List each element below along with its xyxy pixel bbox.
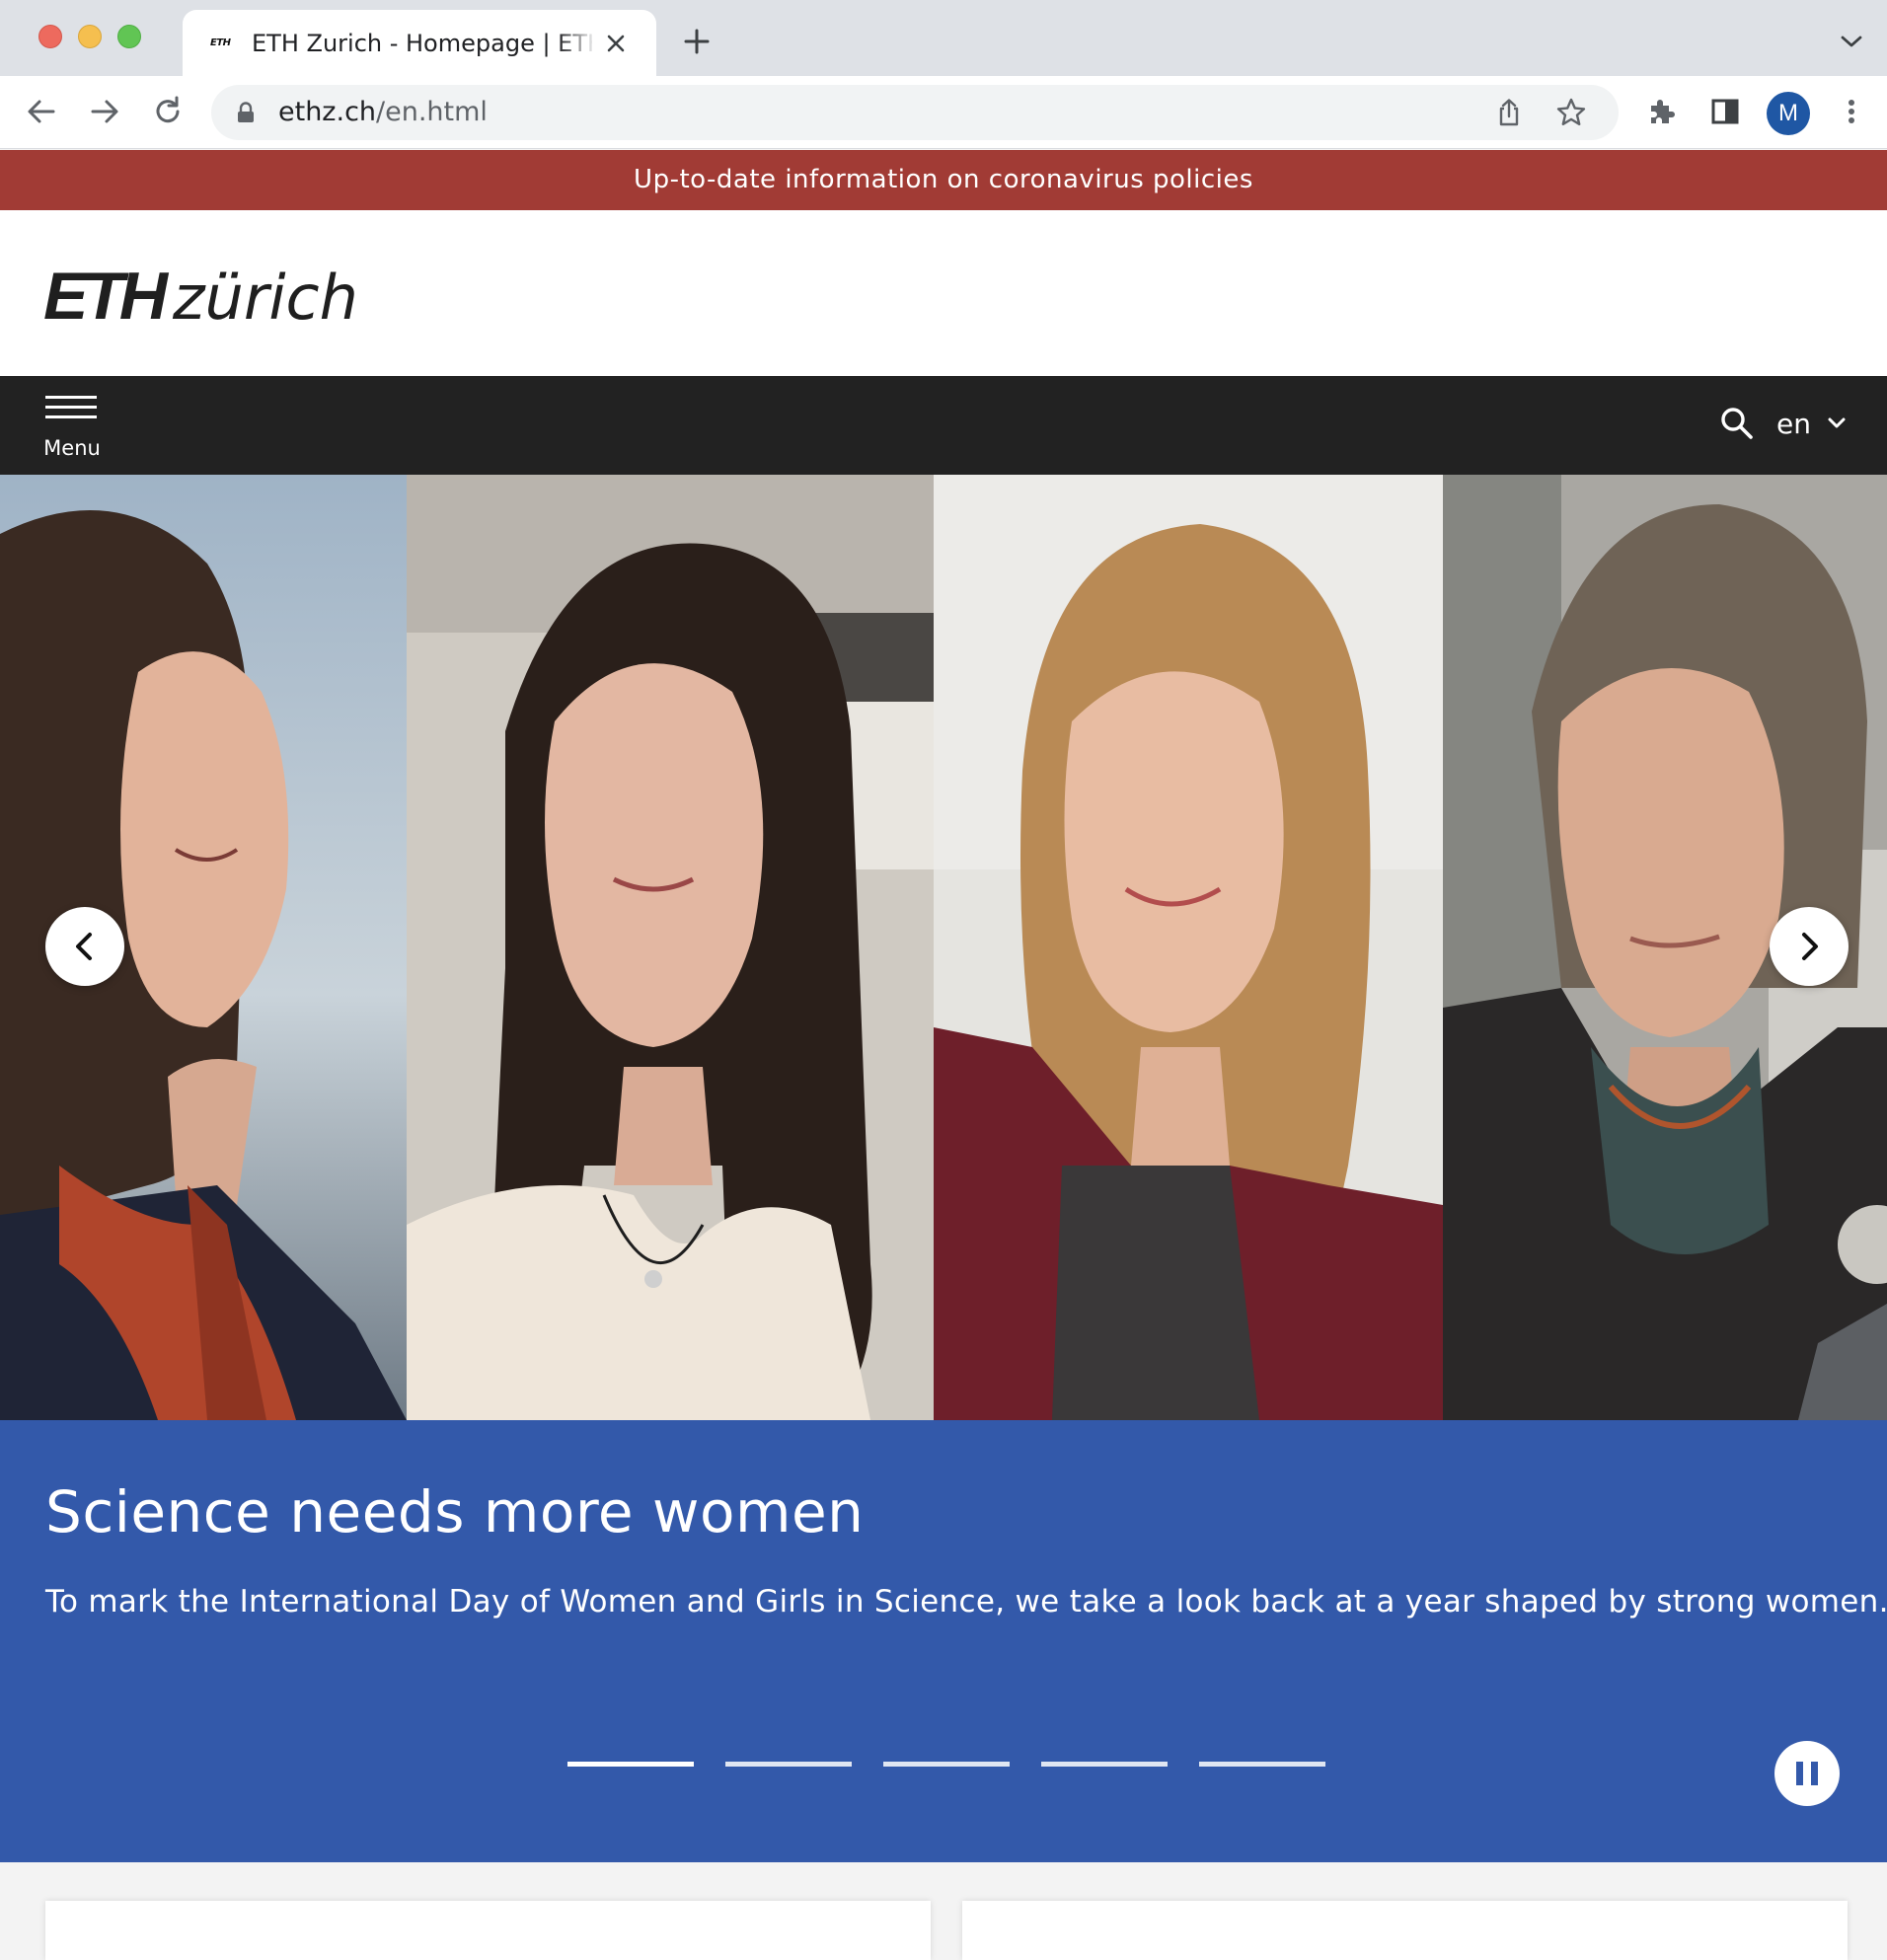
browser-tab-active[interactable]: ETH ETH Zurich - Homepage | ETH Zurich bbox=[183, 10, 656, 76]
portrait-image-2 bbox=[407, 475, 934, 1420]
news-card-2[interactable] bbox=[962, 1901, 1848, 1960]
window-close-button[interactable] bbox=[38, 25, 62, 48]
hamburger-icon bbox=[45, 415, 97, 418]
eth-zurich-logo[interactable]: ETH zürich bbox=[43, 259, 358, 334]
window-zoom-button[interactable] bbox=[117, 25, 141, 48]
arrow-left-icon[interactable] bbox=[24, 94, 59, 129]
menu-label: Menu bbox=[43, 436, 101, 460]
chevron-right-icon bbox=[1802, 933, 1818, 960]
portrait-image-3 bbox=[934, 475, 1443, 1420]
share-icon[interactable] bbox=[1494, 98, 1524, 127]
logo-zurich-text: zürich bbox=[173, 262, 358, 334]
url-path: /en.html bbox=[376, 97, 488, 127]
language-selector[interactable]: en bbox=[1776, 402, 1847, 445]
arrow-right-icon[interactable] bbox=[87, 94, 122, 129]
tab-title: ETH Zurich - Homepage | ETH Zurich bbox=[252, 30, 592, 57]
hero-title[interactable]: Science needs more women bbox=[45, 1477, 864, 1546]
hero-carousel bbox=[0, 475, 1887, 1420]
slide-indicator-1[interactable] bbox=[567, 1762, 694, 1767]
tab-title-fade bbox=[558, 24, 597, 63]
window-minimize-button[interactable] bbox=[78, 25, 102, 48]
slide-indicator-3[interactable] bbox=[883, 1762, 1010, 1767]
side-panel-icon[interactable] bbox=[1707, 94, 1743, 129]
pause-icon bbox=[1796, 1762, 1803, 1785]
carousel-prev-button[interactable] bbox=[45, 907, 124, 986]
menu-button[interactable]: Menu bbox=[39, 396, 105, 463]
carousel-pause-button[interactable] bbox=[1774, 1741, 1840, 1806]
star-icon[interactable] bbox=[1555, 97, 1587, 128]
news-card-1[interactable] bbox=[45, 1901, 931, 1960]
address-bar[interactable]: ethz.ch/en.html bbox=[211, 85, 1619, 140]
pause-icon bbox=[1811, 1762, 1818, 1785]
site-header: ETH zürich bbox=[0, 210, 1887, 376]
hero-subtitle: To mark the International Day of Women a… bbox=[45, 1584, 1887, 1620]
chevron-left-icon bbox=[76, 933, 92, 960]
coronavirus-info-banner[interactable]: Up-to-date information on coronavirus po… bbox=[0, 150, 1887, 210]
tab-search-chevron-icon[interactable] bbox=[1838, 32, 1865, 51]
slide-indicator-4[interactable] bbox=[1041, 1762, 1168, 1767]
kebab-icon[interactable] bbox=[1834, 94, 1869, 129]
lock-icon[interactable] bbox=[236, 102, 256, 123]
new-tab-plus-icon[interactable] bbox=[681, 26, 713, 57]
eth-favicon-icon: ETH bbox=[210, 38, 231, 48]
hamburger-icon bbox=[45, 406, 97, 409]
browser-toolbar: ethz.ch/en.html M bbox=[0, 76, 1887, 149]
web-page: Up-to-date information on coronavirus po… bbox=[0, 150, 1887, 1960]
slide-indicator-2[interactable] bbox=[725, 1762, 852, 1767]
chevron-down-icon bbox=[1828, 417, 1846, 428]
slide-indicator-5[interactable] bbox=[1199, 1762, 1325, 1767]
browser-tab-bar: ETH ETH Zurich - Homepage | ETH Zurich bbox=[0, 0, 1887, 76]
url-text[interactable]: ethz.ch/en.html bbox=[278, 95, 488, 130]
close-icon[interactable] bbox=[602, 30, 630, 57]
url-domain: ethz.ch bbox=[278, 97, 377, 127]
hamburger-icon bbox=[45, 396, 97, 399]
search-icon[interactable] bbox=[1719, 406, 1755, 441]
language-label: en bbox=[1776, 407, 1811, 440]
reload-icon[interactable] bbox=[150, 94, 186, 129]
profile-avatar[interactable]: M bbox=[1767, 92, 1810, 135]
puzzle-icon[interactable] bbox=[1644, 94, 1680, 129]
main-nav-bar: Menu en bbox=[0, 376, 1887, 475]
logo-eth-text: ETH bbox=[43, 259, 168, 334]
carousel-next-button[interactable] bbox=[1770, 907, 1849, 986]
hero-caption-panel[interactable]: Science needs more women To mark the Int… bbox=[0, 1420, 1887, 1862]
